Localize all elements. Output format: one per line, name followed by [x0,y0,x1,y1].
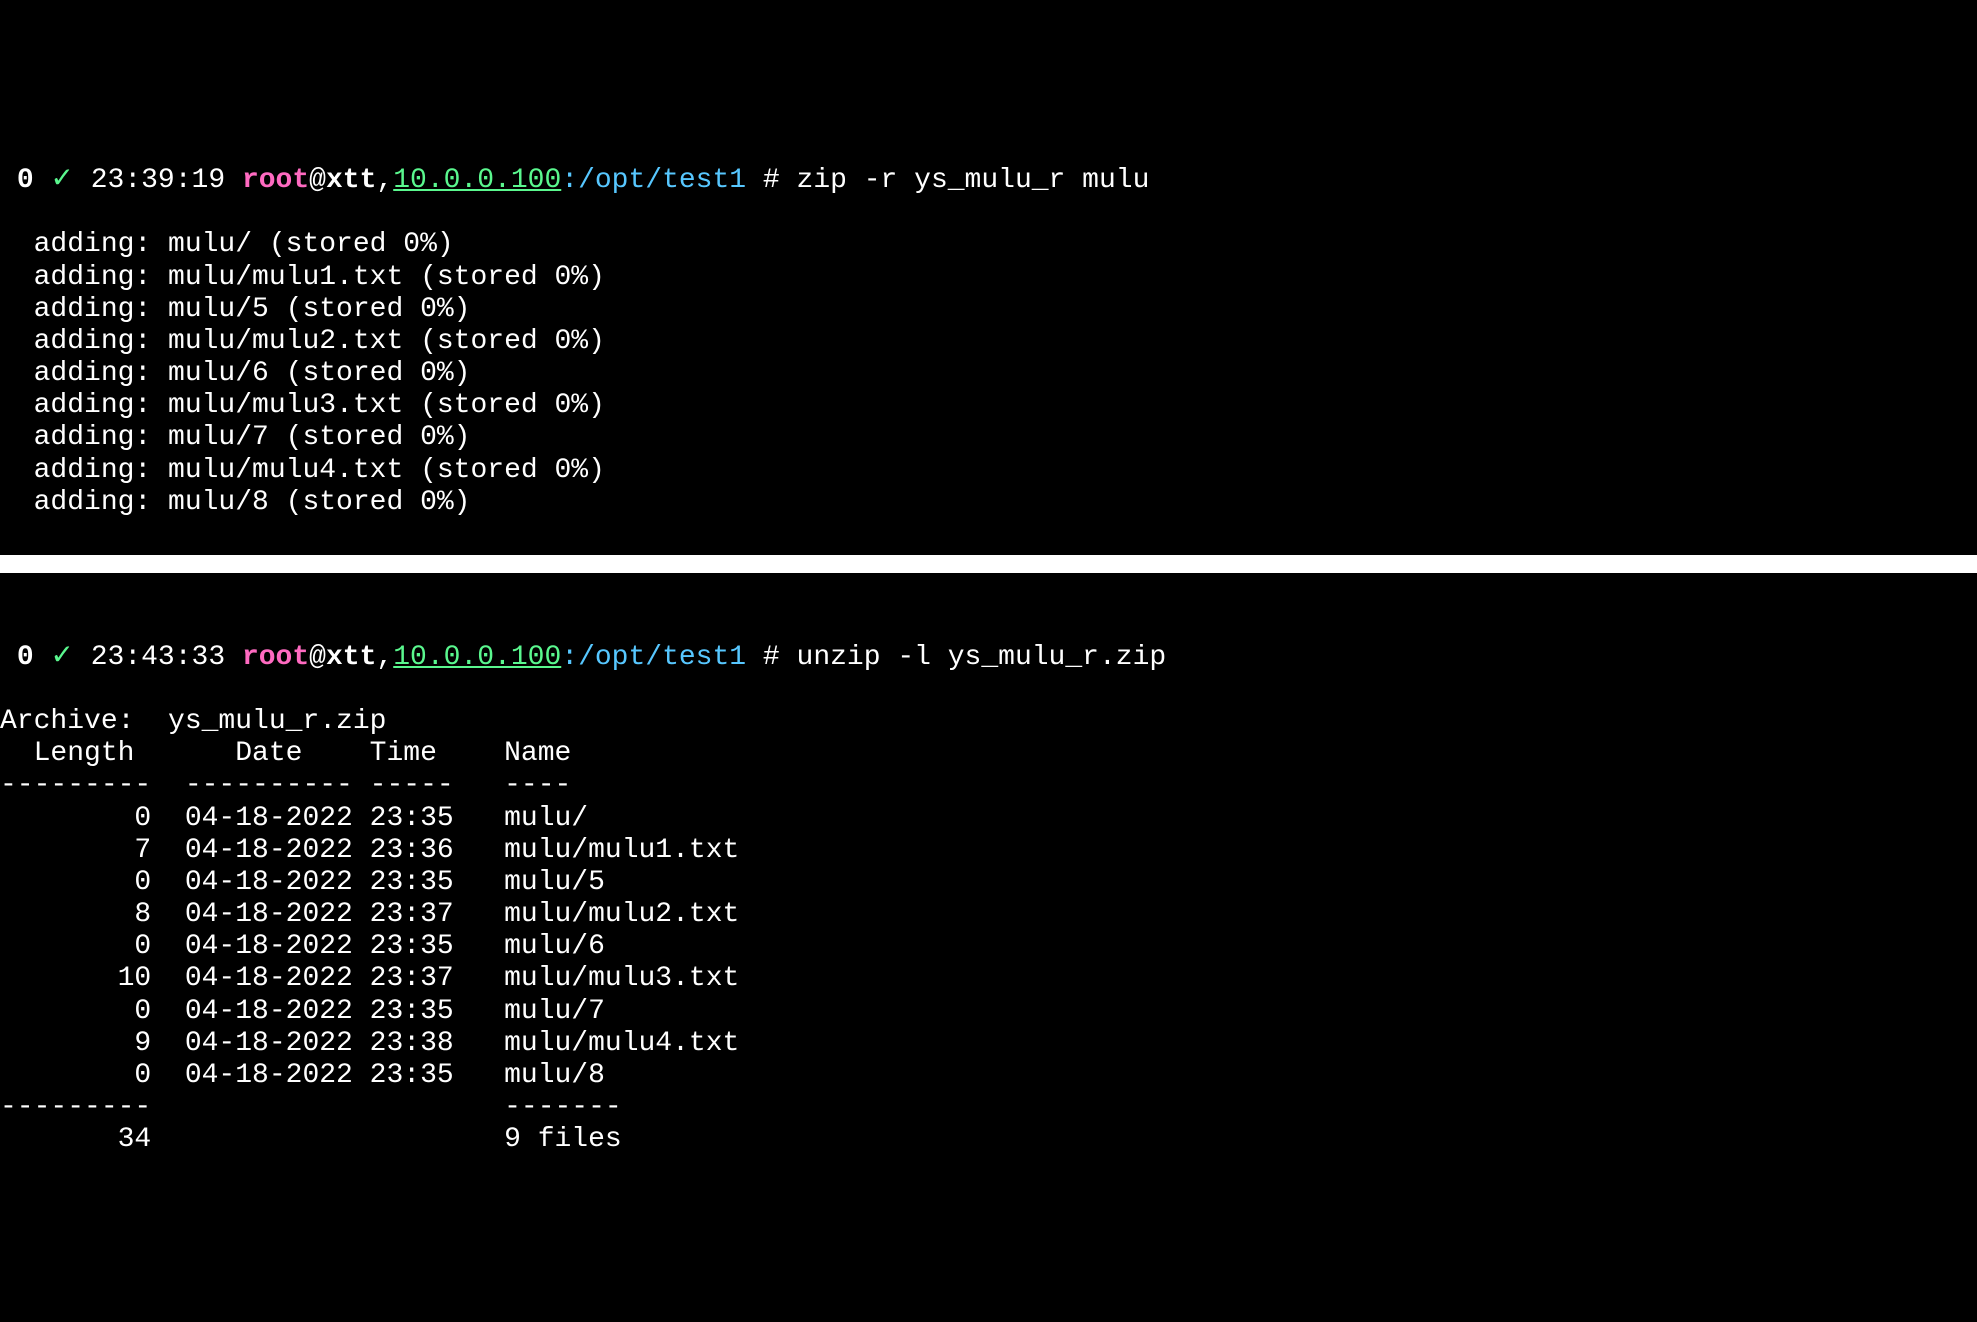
unzip-row: 0 04-18-2022 23:35 mulu/ [0,803,588,834]
zip-output-line: adding: mulu/5 (stored 0%) [0,294,470,325]
unzip-row: 0 04-18-2022 23:35 mulu/8 [0,1060,605,1091]
prompt-colon: : [561,642,578,673]
zip-output-line: adding: mulu/mulu3.txt (stored 0%) [0,390,605,421]
prompt-check-icon: ✓ [50,165,73,196]
prompt-command: unzip -l ys_mulu_r.zip [797,642,1167,673]
prompt-ip: 10.0.0.100 [393,165,561,196]
unzip-header: Length Date Time Name [0,738,571,769]
prompt-num: 0 [17,642,34,673]
terminal-block-unzip: 0 ✓ 23:43:33 root@xtt,10.0.0.100:/opt/te… [0,605,1977,1160]
prompt-line-1[interactable]: 0 ✓ 23:39:19 root@xtt,10.0.0.100:/opt/te… [0,165,1977,197]
block-divider [0,555,1977,573]
prompt-ip: 10.0.0.100 [393,642,561,673]
unzip-header-sep: --------- ---------- ----- ---- [0,770,571,801]
unzip-row: 7 04-18-2022 23:36 mulu/mulu1.txt [0,835,739,866]
prompt-comma: , [376,642,393,673]
prompt-user: root [242,642,309,673]
prompt-num: 0 [17,165,34,196]
prompt-at: @ [309,642,326,673]
zip-output-line: adding: mulu/mulu4.txt (stored 0%) [0,455,605,486]
terminal-block-zip: 0 ✓ 23:39:19 root@xtt,10.0.0.100:/opt/te… [0,129,1977,523]
prompt-path: /opt/test1 [578,642,746,673]
prompt-command: zip -r ys_mulu_r mulu [797,165,1150,196]
zip-output-line: adding: mulu/mulu2.txt (stored 0%) [0,326,605,357]
archive-line: Archive: ys_mulu_r.zip [0,706,386,737]
zip-output-line: adding: mulu/7 (stored 0%) [0,422,470,453]
prompt-hash: # [746,642,796,673]
prompt-time: 23:39:19 [91,165,225,196]
prompt-host: xtt [326,165,376,196]
unzip-row: 0 04-18-2022 23:35 mulu/5 [0,867,605,898]
prompt-time: 23:43:33 [91,642,225,673]
zip-output-line: adding: mulu/8 (stored 0%) [0,487,470,518]
zip-output-line: adding: mulu/6 (stored 0%) [0,358,470,389]
prompt-comma: , [376,165,393,196]
zip-output-line: adding: mulu/mulu1.txt (stored 0%) [0,262,605,293]
prompt-check-icon: ✓ [50,642,73,673]
prompt-at: @ [309,165,326,196]
prompt-line-2[interactable]: 0 ✓ 23:43:33 root@xtt,10.0.0.100:/opt/te… [0,642,1977,674]
zip-output-line: adding: mulu/ (stored 0%) [0,229,454,260]
unzip-footer: 34 9 files [0,1124,622,1155]
prompt-hash: # [746,165,796,196]
prompt-colon: : [561,165,578,196]
unzip-footer-sep: --------- ------- [0,1092,622,1123]
unzip-row: 9 04-18-2022 23:38 mulu/mulu4.txt [0,1028,739,1059]
unzip-row: 0 04-18-2022 23:35 mulu/6 [0,931,605,962]
unzip-row: 0 04-18-2022 23:35 mulu/7 [0,996,605,1027]
prompt-user: root [242,165,309,196]
unzip-row: 8 04-18-2022 23:37 mulu/mulu2.txt [0,899,739,930]
unzip-row: 10 04-18-2022 23:37 mulu/mulu3.txt [0,963,739,994]
prompt-host: xtt [326,642,376,673]
prompt-path: /opt/test1 [578,165,746,196]
